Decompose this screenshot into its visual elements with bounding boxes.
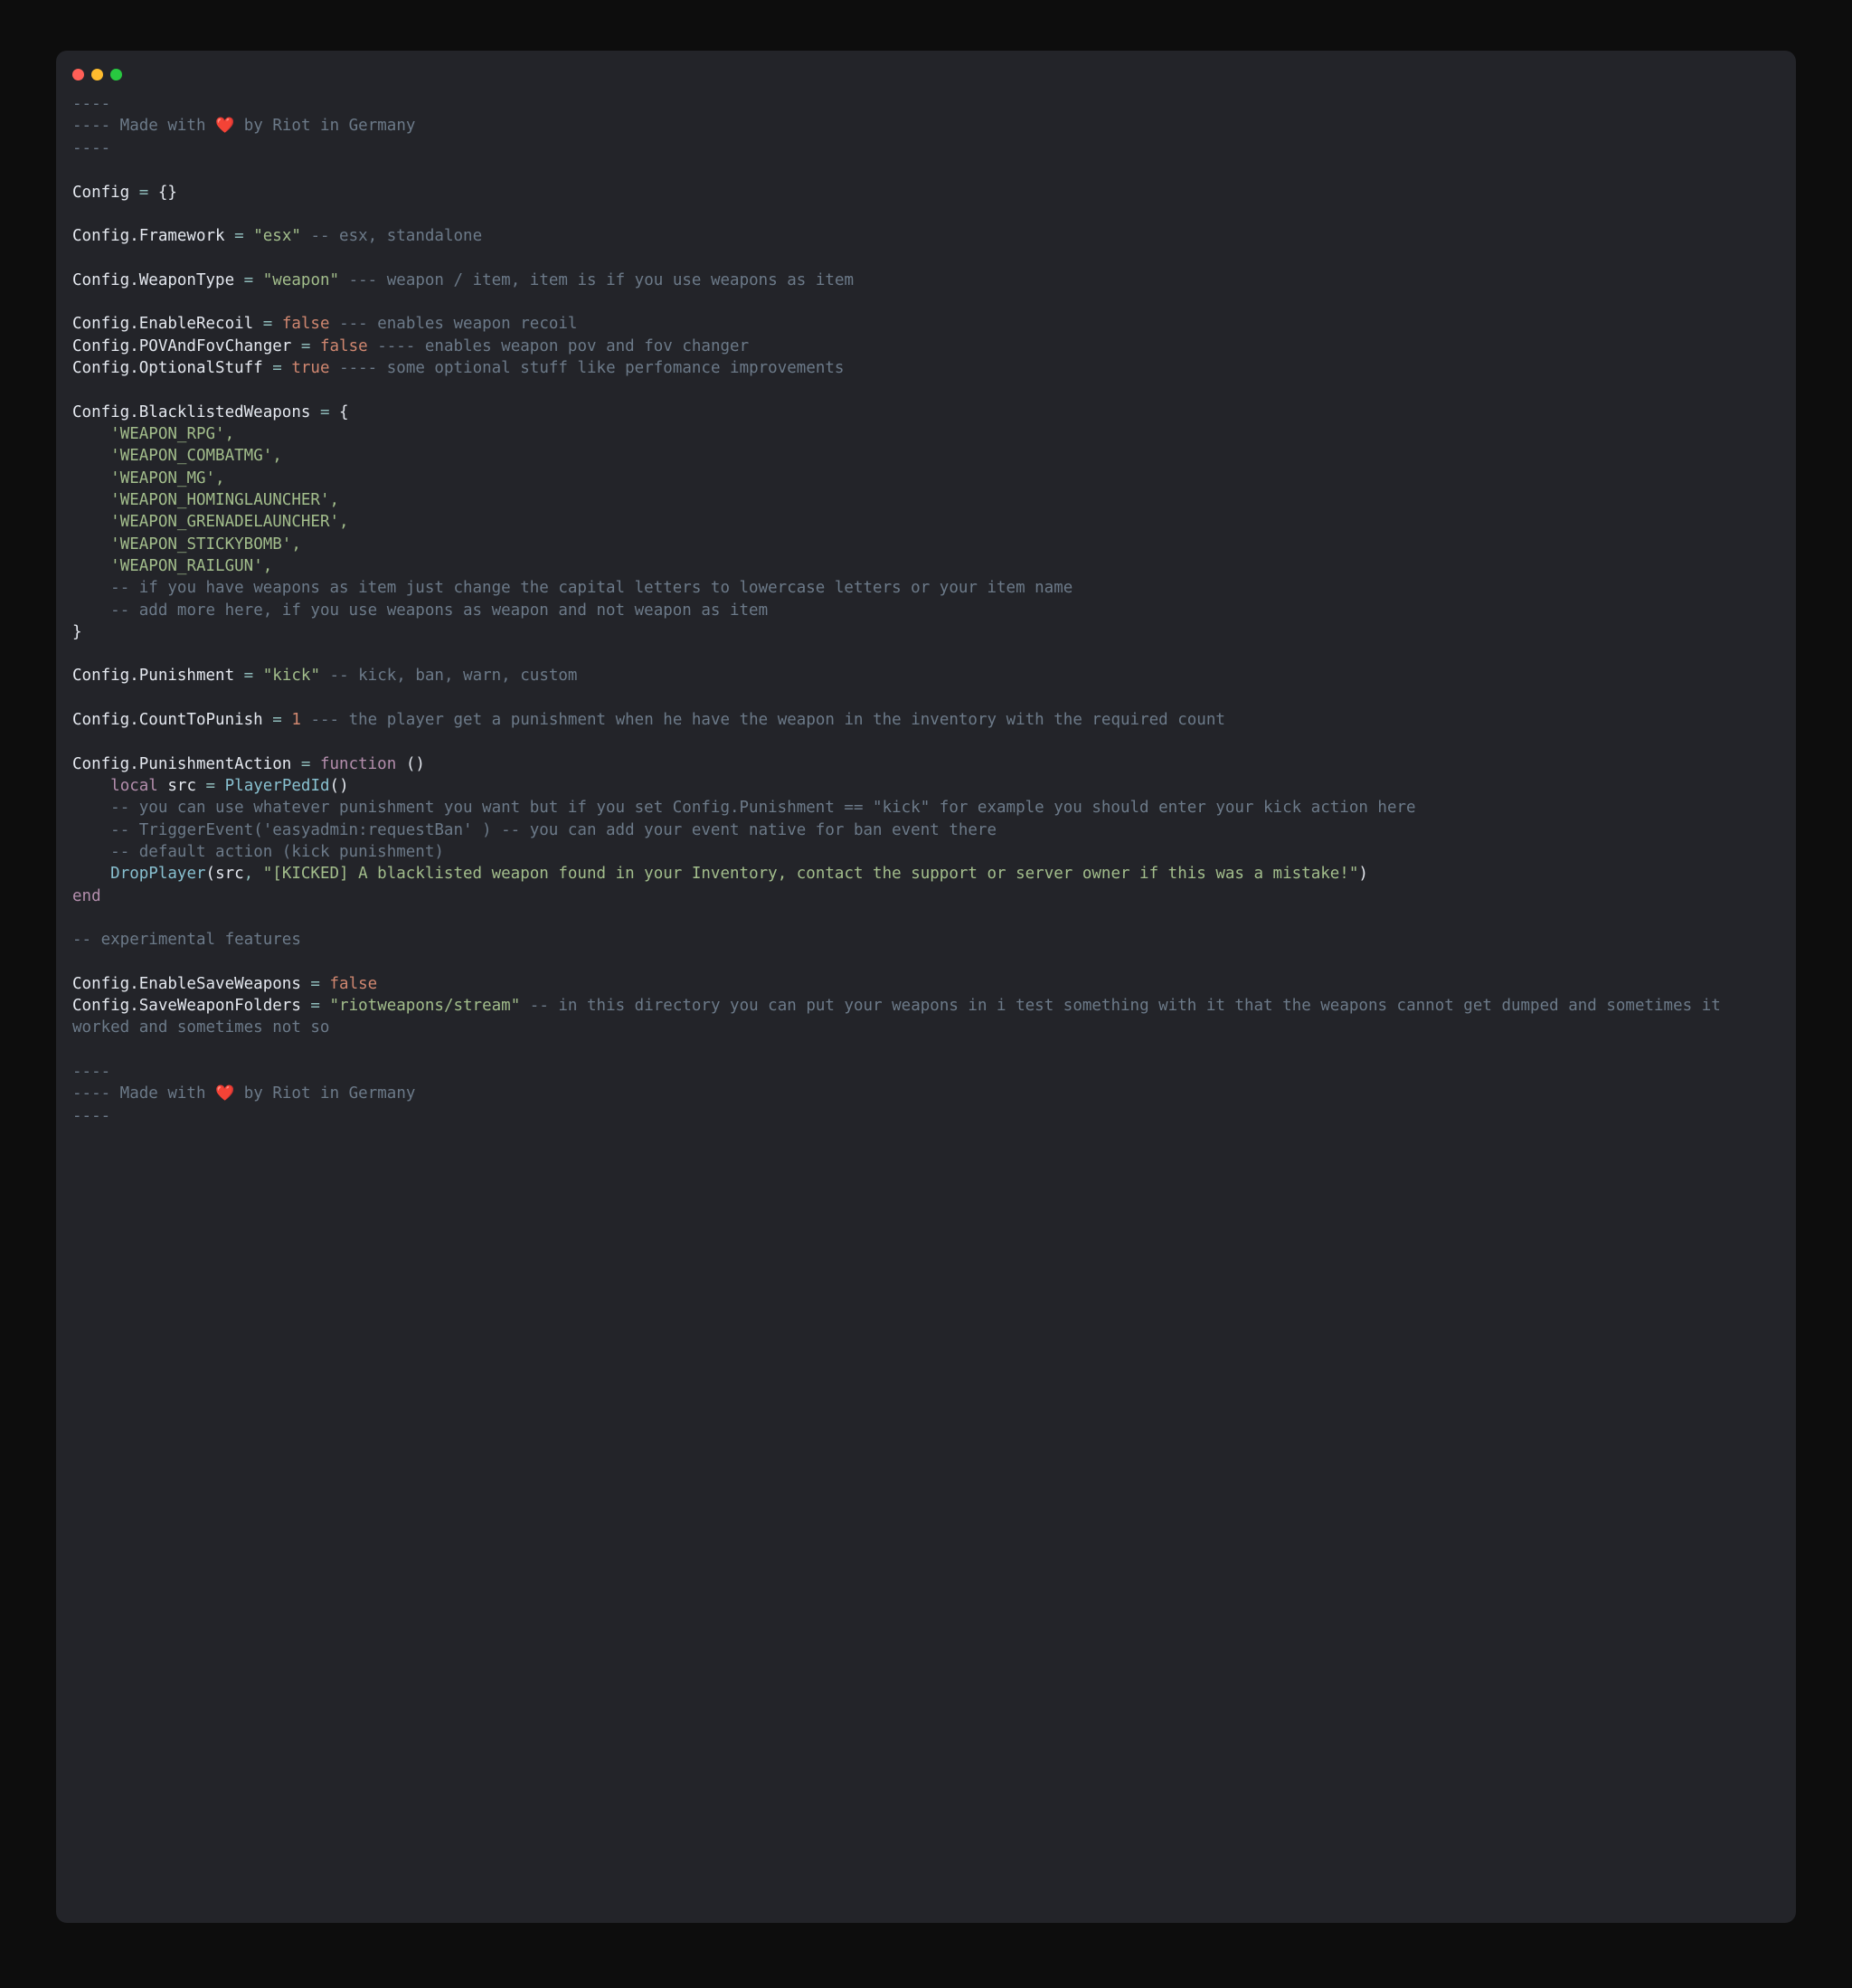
op-eq: = [272,711,282,729]
cfg-cmt: ---- some optional stuff like perfomance… [339,359,844,377]
close-icon[interactable] [72,69,84,80]
header-line: ---- Made with ❤️ by Riot in Germany [72,117,415,135]
brace-open: { [339,403,349,421]
maximize-icon[interactable] [110,69,122,80]
cfg-key: Config.EnableSaveWeapons [72,975,301,993]
paren: () [406,755,425,773]
cfg-val: 1 [291,711,301,729]
code-block: ---- ---- Made with ❤️ by Riot in German… [72,93,1780,1127]
cfg-key: Config.BlacklistedWeapons [72,403,310,421]
cfg-val: false [282,315,330,333]
fn-cmt: -- you can use whatever punishment you w… [110,799,1415,817]
fn-dropplayer: DropPlayer [110,865,205,883]
op-eq: = [206,777,216,795]
op-eq: = [234,227,244,245]
braces: {} [158,184,177,202]
op-eq: = [272,359,282,377]
cfg-key: Config.SaveWeaponFolders [72,997,301,1015]
list-item: 'WEAPON_RPG', [110,425,234,443]
op-eq: = [244,667,254,685]
kw-local: local [110,777,158,795]
op-eq: = [139,184,149,202]
cfg-val: "riotweapons/stream" [330,997,521,1015]
list-item: 'WEAPON_STICKYBOMB', [110,535,301,554]
cfg-key: Config.Punishment [72,667,234,685]
kw-function: function [320,755,396,773]
op-eq: = [320,403,330,421]
exp-cmt: -- experimental features [72,931,301,949]
cfg-cmt: --- the player get a punishment when he … [310,711,1224,729]
heart-icon: ❤️ [215,1084,234,1103]
fn-playerped: PlayerPedId [225,777,330,795]
op-eq: = [301,337,311,355]
dash-line: ---- [72,139,110,157]
paren-open: ( [206,865,216,883]
op-eq: = [244,271,254,289]
list-item: 'WEAPON_HOMINGLAUNCHER', [110,491,339,509]
cfg-val: "esx" [253,227,301,245]
cfg-cmt: -- in this directory you can put your we… [72,997,1730,1037]
paren: () [330,777,349,795]
minimize-icon[interactable] [91,69,103,80]
config-declare: Config [72,184,129,202]
cfg-cmt: -- kick, ban, warn, custom [330,667,578,685]
list-item: 'WEAPON_RAILGUN', [110,557,272,575]
list-item: 'WEAPON_GRENADELAUNCHER', [110,513,348,531]
cfg-key: Config.PunishmentAction [72,755,291,773]
fn-cmt: -- default action (kick punishment) [110,843,444,861]
cfg-key: Config.EnableRecoil [72,315,253,333]
cfg-val: false [320,337,368,355]
op-eq: = [310,997,320,1015]
cfg-cmt: -- esx, standalone [310,227,482,245]
op-eq: = [301,755,311,773]
cfg-val: false [330,975,378,993]
cfg-key: Config.POVAndFovChanger [72,337,291,355]
dash-line: ---- [72,1063,110,1081]
list-cmt: -- add more here, if you use weapons as … [110,601,768,620]
cfg-val: "kick" [263,667,320,685]
dash-line: ---- [72,1107,110,1125]
arg-src: src [215,865,244,883]
kw-end: end [72,887,101,905]
list-item: 'WEAPON_COMBATMG', [110,447,282,465]
cfg-key: Config.OptionalStuff [72,359,263,377]
cfg-key: Config.Framework [72,227,225,245]
cfg-val: true [291,359,329,377]
list-item: 'WEAPON_MG', [110,469,224,488]
code-window: ---- ---- Made with ❤️ by Riot in German… [56,51,1796,1923]
list-cmt: -- if you have weapons as item just chan… [110,579,1072,597]
heart-icon: ❤️ [215,117,234,135]
cfg-key: Config.WeaponType [72,271,234,289]
op-eq: = [263,315,273,333]
cfg-val: "weapon" [263,271,339,289]
fn-cmt: -- TriggerEvent('easyadmin:requestBan' )… [110,821,997,839]
paren-close: ) [1358,865,1368,883]
window-titlebar [72,67,1780,93]
footer-line: ---- Made with ❤️ by Riot in Germany [72,1084,415,1103]
ident-src: src [167,777,196,795]
comma: , [244,865,263,883]
brace-close: } [72,623,82,641]
cfg-cmt: ---- enables weapon pov and fov changer [377,337,749,355]
cfg-key: Config.CountToPunish [72,711,263,729]
cfg-cmt: --- enables weapon recoil [339,315,577,333]
dash-line: ---- [72,95,110,113]
arg-msg: "[KICKED] A blacklisted weapon found in … [263,865,1359,883]
cfg-cmt: --- weapon / item, item is if you use we… [349,271,854,289]
op-eq: = [310,975,320,993]
